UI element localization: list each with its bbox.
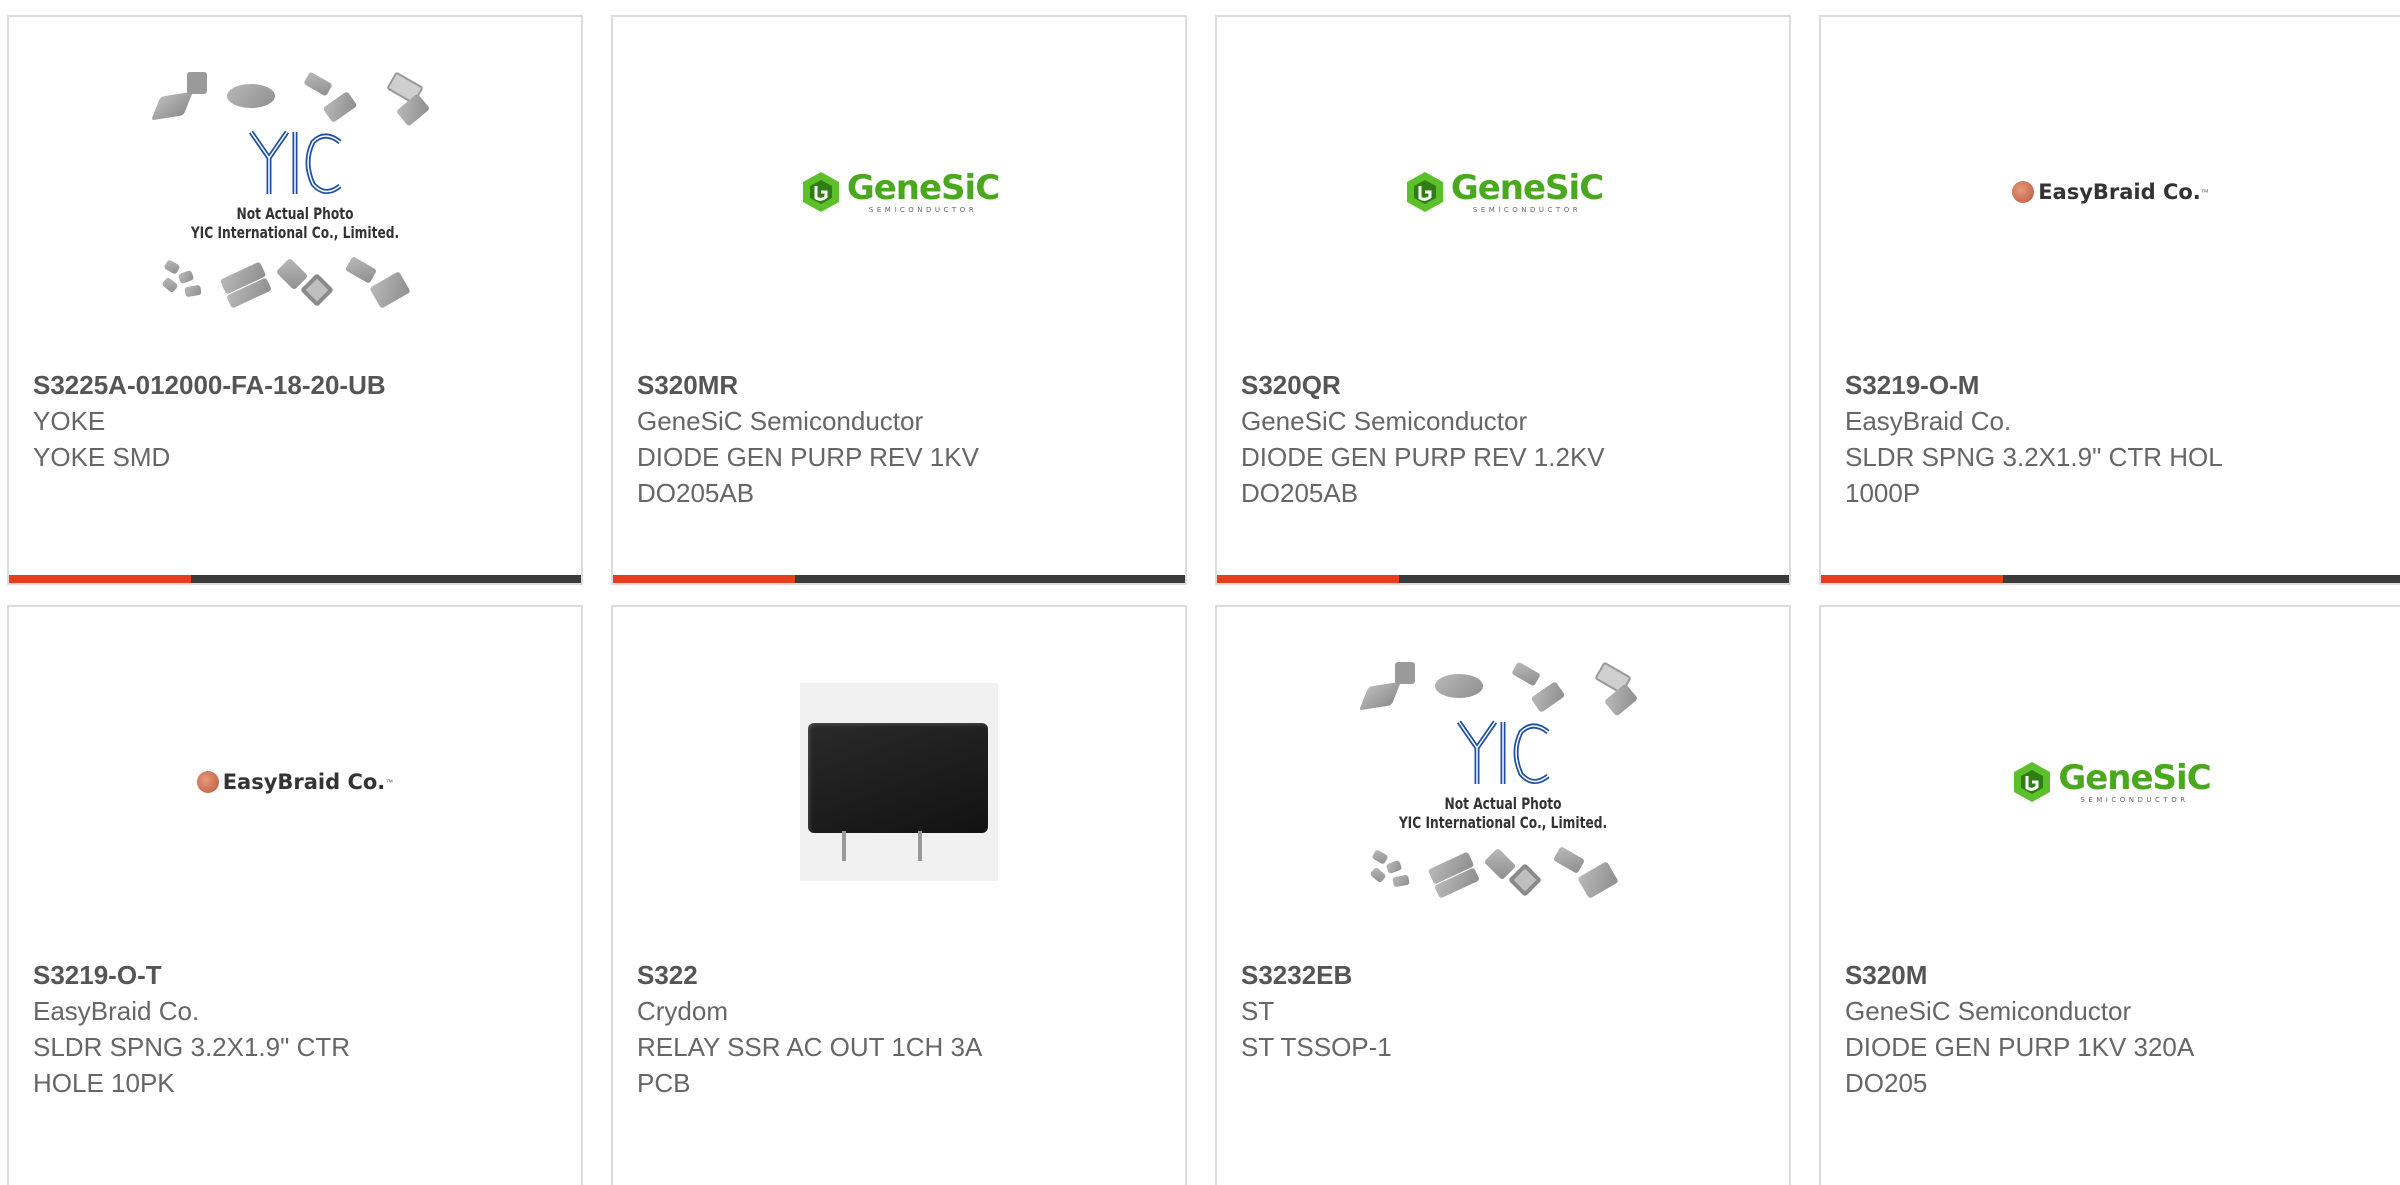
- card-accent-bar: [9, 575, 581, 583]
- description: SLDR SPNG 3.2X1.9" CTR HOL: [1845, 442, 2223, 472]
- product-card[interactable]: Not Actual Photo YIC International Co., …: [7, 15, 583, 585]
- genesic-logo-sub: SEMICONDUCTOR: [868, 205, 978, 214]
- manufacturer: EasyBraid Co.: [1845, 406, 2012, 436]
- description-cont: DO205AB: [637, 478, 755, 508]
- genesic-logo-sub: SEMICONDUCTOR: [1472, 205, 1582, 214]
- easybraid-logo-name: EasyBraid Co.: [2038, 180, 2201, 204]
- product-image-easybraid-logo[interactable]: EasyBraid Co. ™: [1821, 17, 2400, 367]
- product-card[interactable]: Not Actual Photo YIC International Co., …: [1215, 605, 1791, 1185]
- relay-photo: [800, 683, 998, 881]
- product-card[interactable]: GeneSiC SEMICONDUCTOR S320MR GeneSiC Sem…: [611, 15, 1187, 585]
- part-number[interactable]: S322: [637, 957, 1165, 993]
- description-cont: 1000P: [1845, 478, 1921, 508]
- easybraid-dot-icon: [196, 771, 219, 793]
- part-number[interactable]: S320MR: [637, 367, 1165, 403]
- product-card[interactable]: EasyBraid Co. ™ S3219-O-T EasyBraid Co. …: [7, 605, 583, 1185]
- genesic-logo: GeneSiC SEMICONDUCTOR: [1403, 167, 1604, 214]
- genesic-hex-icon: [2014, 762, 2051, 802]
- product-card[interactable]: S322 Crydom RELAY SSR AC OUT 1CH 3A PCB: [611, 605, 1187, 1185]
- description: YOKE SMD: [33, 442, 171, 472]
- description-cont: DO205AB: [1241, 478, 1359, 508]
- product-card[interactable]: GeneSiC SEMICONDUCTOR S320M GeneSiC Semi…: [1819, 605, 2400, 1185]
- card-accent-bar: [1217, 575, 1789, 583]
- easybraid-logo-tm: ™: [2200, 187, 2209, 197]
- product-card[interactable]: GeneSiC SEMICONDUCTOR S320QR GeneSiC Sem…: [1215, 15, 1791, 585]
- yic-note-line1: Not Actual Photo: [236, 204, 354, 223]
- genesic-hex-icon: [802, 172, 839, 212]
- product-image-yic-placeholder[interactable]: Not Actual Photo YIC International Co., …: [1217, 607, 1789, 957]
- part-number[interactable]: S3219-O-T: [33, 957, 561, 993]
- manufacturer: GeneSiC Semiconductor: [637, 406, 924, 436]
- genesic-hex-icon: [1406, 172, 1443, 212]
- genesic-logo-name: GeneSiC: [846, 167, 1000, 208]
- part-number[interactable]: S3232EB: [1241, 957, 1769, 993]
- description: SLDR SPNG 3.2X1.9" CTR: [33, 1032, 351, 1062]
- description: ST TSSOP-1: [1241, 1032, 1392, 1062]
- description-cont: DO205: [1845, 1068, 1928, 1098]
- yic-note-line1: Not Actual Photo: [1444, 794, 1562, 813]
- manufacturer: GeneSiC Semiconductor: [1241, 406, 1528, 436]
- product-image-yic-placeholder[interactable]: Not Actual Photo YIC International Co., …: [9, 17, 581, 367]
- description-cont: HOLE 10PK: [33, 1068, 175, 1098]
- yic-note-line2: YIC International Co., Limited.: [190, 223, 400, 242]
- description: RELAY SSR AC OUT 1CH 3A: [637, 1032, 983, 1062]
- manufacturer: YOKE: [33, 406, 106, 436]
- easybraid-logo-tm: ™: [385, 777, 394, 787]
- manufacturer: GeneSiC Semiconductor: [1845, 996, 2132, 1026]
- card-accent-bar: [1821, 575, 2400, 583]
- manufacturer: Crydom: [637, 996, 729, 1026]
- part-number[interactable]: S320M: [1845, 957, 2380, 993]
- description: DIODE GEN PURP 1KV 320A: [1845, 1032, 2195, 1062]
- yic-logo-icon: [248, 130, 342, 194]
- easybraid-logo: EasyBraid Co. ™: [2012, 180, 2209, 204]
- easybraid-logo-name: EasyBraid Co.: [222, 770, 386, 794]
- description: DIODE GEN PURP REV 1KV: [637, 442, 979, 472]
- product-image-relay-photo[interactable]: [613, 607, 1185, 957]
- description: DIODE GEN PURP REV 1.2KV: [1241, 442, 1605, 472]
- easybraid-dot-icon: [2012, 181, 2035, 203]
- product-image-genesic-logo[interactable]: GeneSiC SEMICONDUCTOR: [1217, 17, 1789, 367]
- part-number[interactable]: S3219-O-M: [1845, 367, 2380, 403]
- genesic-logo: GeneSiC SEMICONDUCTOR: [2010, 757, 2212, 804]
- manufacturer: ST: [1241, 996, 1275, 1026]
- genesic-logo-name: GeneSiC: [1450, 167, 1604, 208]
- card-accent-bar: [613, 575, 1185, 583]
- product-image-easybraid-logo[interactable]: EasyBraid Co. ™: [9, 607, 581, 957]
- yic-placeholder-image: Not Actual Photo YIC International Co., …: [1358, 661, 1641, 902]
- genesic-logo-sub: SEMICONDUCTOR: [2080, 795, 2189, 804]
- genesic-logo: GeneSiC SEMICONDUCTOR: [799, 167, 1000, 214]
- product-card[interactable]: EasyBraid Co. ™ S3219-O-M EasyBraid Co. …: [1819, 15, 2400, 585]
- easybraid-logo: EasyBraid Co. ™: [196, 770, 394, 794]
- part-number[interactable]: S320QR: [1241, 367, 1769, 403]
- product-image-genesic-logo[interactable]: GeneSiC SEMICONDUCTOR: [613, 17, 1185, 367]
- genesic-logo-name: GeneSiC: [2058, 757, 2211, 798]
- yic-note-line2: YIC International Co., Limited.: [1398, 813, 1608, 832]
- description-cont: PCB: [637, 1068, 691, 1098]
- yic-placeholder-image: Not Actual Photo YIC International Co., …: [150, 71, 433, 312]
- manufacturer: EasyBraid Co.: [33, 996, 200, 1026]
- part-number[interactable]: S3225A-012000-FA-18-20-UB: [33, 367, 561, 403]
- product-image-genesic-logo[interactable]: GeneSiC SEMICONDUCTOR: [1821, 607, 2400, 957]
- yic-logo-icon: [1456, 720, 1550, 784]
